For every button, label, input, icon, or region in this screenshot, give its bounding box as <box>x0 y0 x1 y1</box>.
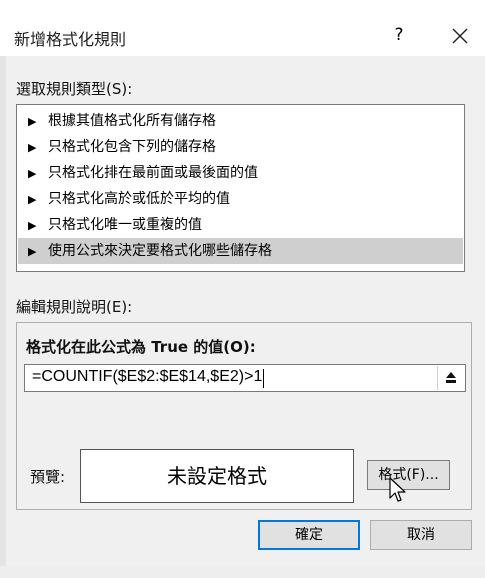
preview-label: 預覽: <box>30 468 66 486</box>
rule-type-item-label: 只格式化排在最前面或最後面的值 <box>48 165 258 181</box>
format-button[interactable]: 格式(F)... <box>367 460 450 490</box>
rule-type-label: 選取規則類型(S): <box>16 80 133 98</box>
formula-input[interactable]: =COUNTIF($E$2:$E$14,$E2)>1 <box>24 364 466 392</box>
rule-type-item-label: 只格式化高於或低於平均的值 <box>48 191 230 207</box>
collapse-dialog-button[interactable] <box>437 366 464 390</box>
rule-type-item[interactable]: ▶ 只格式化排在最前面或最後面的值 <box>18 160 463 186</box>
rule-type-item[interactable]: ▶ 根據其值格式化所有儲存格 <box>18 108 463 134</box>
new-formatting-rule-dialog: 新增格式化規則 ? 選取規則類型(S): ▶ 根據其值格式化所有儲存格 ▶ 只格式化… <box>0 0 485 578</box>
collapse-dialog-icon <box>446 372 456 383</box>
close-icon <box>452 28 468 44</box>
formula-label: 格式化在此公式為 True 的值(O): <box>26 338 256 356</box>
close-button[interactable] <box>444 20 476 52</box>
background-strip <box>0 56 6 578</box>
text-caret <box>263 369 264 388</box>
title-bar: 新增格式化規則 ? <box>0 0 485 56</box>
bottom-edge <box>0 566 485 578</box>
rule-type-item-label: 只格式化包含下列的儲存格 <box>48 139 216 155</box>
mouse-pointer-icon <box>389 477 406 502</box>
rule-type-item[interactable]: ▶ 只格式化唯一或重複的值 <box>18 212 463 238</box>
cancel-button[interactable]: 取消 <box>370 520 472 550</box>
format-preview: 未設定格式 <box>80 449 354 503</box>
rule-type-item-label: 根據其值格式化所有儲存格 <box>48 113 216 129</box>
triangle-right-icon: ▶ <box>28 141 37 154</box>
ok-button[interactable]: 確定 <box>258 520 360 550</box>
dialog-title: 新增格式化規則 <box>14 30 127 49</box>
rule-type-item-selected[interactable]: ▶ 使用公式來決定要格式化哪些儲存格 <box>18 238 463 264</box>
edit-description-label: 編輯規則說明(E): <box>16 298 133 316</box>
triangle-right-icon: ▶ <box>28 167 37 180</box>
rule-type-item[interactable]: ▶ 只格式化包含下列的儲存格 <box>18 134 463 160</box>
rule-type-item[interactable]: ▶ 只格式化高於或低於平均的值 <box>18 186 463 212</box>
help-button[interactable]: ? <box>384 20 414 50</box>
triangle-right-icon: ▶ <box>28 115 37 128</box>
rule-type-list[interactable]: ▶ 根據其值格式化所有儲存格 ▶ 只格式化包含下列的儲存格 ▶ 只格式化排在最前面或最… <box>16 104 465 272</box>
triangle-right-icon: ▶ <box>28 193 37 206</box>
triangle-right-icon: ▶ <box>28 219 37 232</box>
formula-value: =COUNTIF($E$2:$E$14,$E2)>1 <box>32 368 263 385</box>
triangle-right-icon: ▶ <box>28 245 37 258</box>
rule-type-item-label: 只格式化唯一或重複的值 <box>48 217 202 233</box>
rule-type-item-label: 使用公式來決定要格式化哪些儲存格 <box>48 243 272 259</box>
